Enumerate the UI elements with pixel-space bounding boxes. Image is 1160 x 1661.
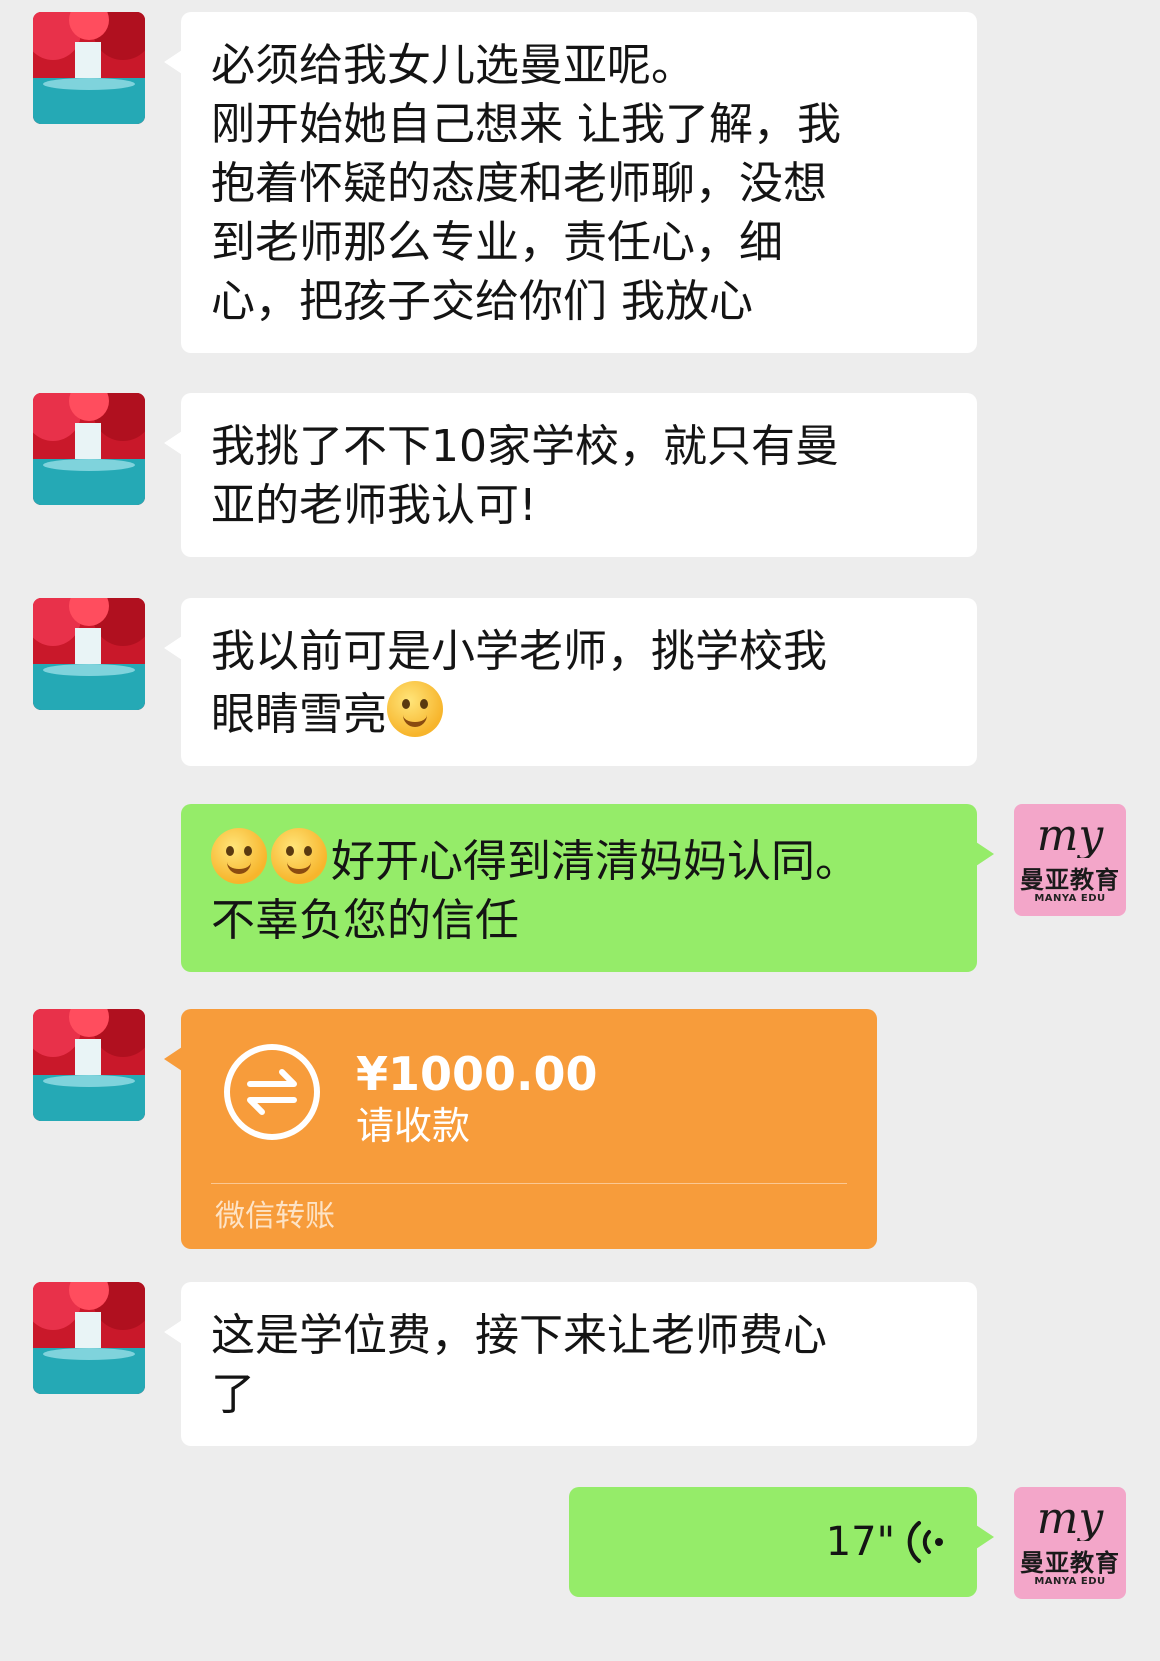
friend-avatar[interactable] <box>33 393 145 505</box>
svg-text:my: my <box>1037 810 1105 858</box>
message-line: 这是学位费，接下来让老师费心 <box>211 1310 827 1361</box>
message-bubble-2[interactable]: 我挑了不下10家学校，就只有曼 亚的老师我认可! <box>164 393 977 557</box>
message-bubble-self-1[interactable]: 好开心得到清清妈妈认同。 不辜负您的信任 <box>181 804 994 972</box>
message-text: 眼睛雪亮 <box>211 689 387 740</box>
hugging-face-icon <box>211 828 267 884</box>
message-bubble-6[interactable]: 这是学位费，接下来让老师费心 了 <box>164 1282 977 1446</box>
brand-name: 曼亚教育 <box>1020 866 1120 894</box>
friend-avatar[interactable] <box>33 1009 145 1121</box>
transfer-card[interactable]: ¥1000.00 请收款 微信转账 <box>164 1009 877 1249</box>
message-line: 刚开始她自己想来 让我了解，我 <box>211 99 841 150</box>
message-line: 到老师那么专业，责任心，细 <box>211 217 783 268</box>
manya-logo-icon: my <box>1037 810 1105 858</box>
voice-duration: 17" <box>825 1519 895 1565</box>
message-line: 不辜负您的信任 <box>211 895 519 946</box>
message-line: 我挑了不下10家学校，就只有曼 <box>211 421 839 472</box>
message-line: 心，把孩子交给你们 我放心 <box>211 276 753 327</box>
voice-message[interactable]: 17" <box>569 1487 994 1597</box>
message-line: 眼睛雪亮 <box>211 681 951 744</box>
friend-avatar[interactable] <box>33 12 145 124</box>
message-line: 必须给我女儿选曼亚呢。 <box>211 40 695 91</box>
manya-logo-icon: my <box>1037 1493 1105 1541</box>
voice-wave-icon <box>907 1521 943 1563</box>
hugging-face-icon <box>271 828 327 884</box>
brand-name: 曼亚教育 <box>1020 1549 1120 1577</box>
brand-subtitle: MANYA EDU <box>1034 893 1106 904</box>
message-line: 抱着怀疑的态度和老师聊，没想 <box>211 158 827 209</box>
message-text: 好开心得到清清妈妈认同。 <box>331 836 859 887</box>
message-line: 亚的老师我认可! <box>211 480 537 531</box>
face-with-hand-over-mouth-icon <box>387 681 443 737</box>
transfer-footer: 微信转账 <box>215 1199 335 1234</box>
message-bubble-3[interactable]: 我以前可是小学老师，挑学校我 眼睛雪亮 <box>164 598 977 766</box>
brand-avatar[interactable]: my 曼亚教育 MANYA EDU <box>1014 804 1126 916</box>
message-line: 了 <box>211 1369 255 1420</box>
message-line: 我以前可是小学老师，挑学校我 <box>211 626 827 677</box>
svg-text:my: my <box>1037 1493 1105 1541</box>
message-bubble-1[interactable]: 必须给我女儿选曼亚呢。 刚开始她自己想来 让我了解，我 抱着怀疑的态度和老师聊，… <box>164 12 977 353</box>
transfer-label: 请收款 <box>356 1104 471 1148</box>
message-line: 好开心得到清清妈妈认同。 <box>211 828 951 891</box>
friend-avatar[interactable] <box>33 598 145 710</box>
brand-avatar[interactable]: my 曼亚教育 MANYA EDU <box>1014 1487 1126 1599</box>
transfer-amount: ¥1000.00 <box>356 1047 598 1101</box>
transfer-arrows-icon <box>224 1044 320 1140</box>
friend-avatar[interactable] <box>33 1282 145 1394</box>
divider <box>211 1183 847 1184</box>
brand-subtitle: MANYA EDU <box>1034 1576 1106 1587</box>
